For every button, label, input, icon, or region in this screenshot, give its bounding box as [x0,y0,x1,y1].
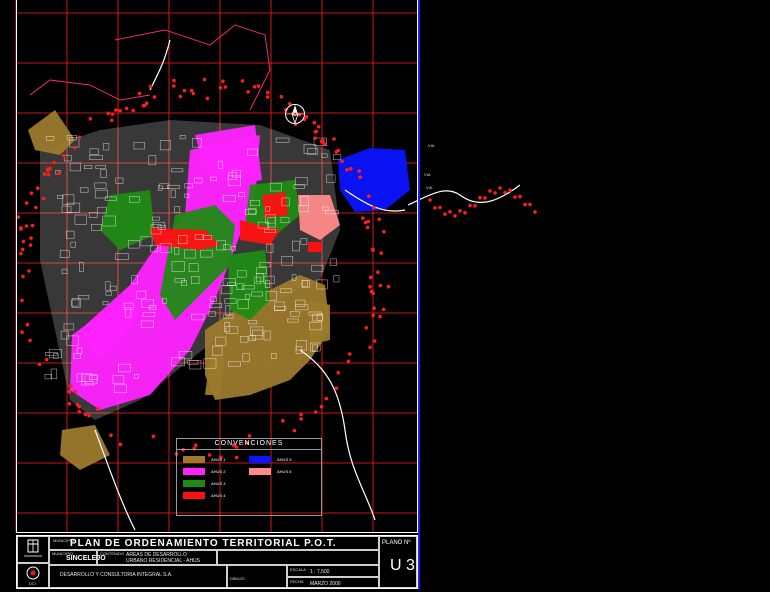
legend-swatch [183,492,205,499]
date-label: FECHA [290,579,304,584]
title-cell: MUNICIPIO PLAN DE ORDENAMIENTO TERRITORI… [49,536,379,550]
legend-label: AHUS 1 [211,457,226,462]
legend-swatch [249,468,271,475]
boundary-marker [498,186,502,190]
subject-cell: CONTENIDO AREAS DE DESARROLLO URBANO RES… [97,550,217,565]
road-line [407,184,521,206]
boundary-marker [528,202,532,207]
boundary-marker [508,188,512,192]
legend-swatch [249,456,271,463]
boundary-marker [473,203,477,208]
legend-box: CONVENCIONES AHUS 1 AHUS 2 AHUS 3 AHUS 4… [176,438,322,516]
road-label: VIA [424,172,431,177]
legend-title: CONVENCIONES [177,439,321,450]
boundary-marker [518,194,522,199]
municipal-logo-icon [24,539,42,557]
road-label: VIA [426,185,433,190]
boundary-marker [438,205,442,210]
map-viewport[interactable]: VIA VIA VIA CONVENCIONES AHUS 1 AHUS 2 A… [0,0,770,589]
boundary-marker [468,203,472,208]
sheet-edge-line [418,0,420,589]
legend-swatch [183,456,205,463]
boundary-marker [533,210,537,214]
north-arrow-icon [284,103,306,125]
boundary-marker [458,209,462,213]
company-cell: DESARROLLO Y CONSULTORIA INTEGRAL S.A. [49,565,227,588]
scale-label: ESCALA [290,567,306,572]
date-cell: FECHA MARZO 2000 [287,577,379,588]
boundary-marker [453,214,457,218]
blank-cell [217,550,379,565]
legend-label: AHUS 4 [211,493,226,498]
plano-number: U 3 [390,557,415,574]
drawn-label: DIBUJO [230,576,245,581]
scale-value: 1 : 7,500 [310,569,330,575]
drawn-cell: DIBUJO [227,565,287,588]
legend-swatch [183,480,205,487]
date-value: MARZO 2000 [310,581,341,587]
title-block: DCI MUNICIPIO PLAN DE ORDENAMIENTO TERRI… [16,535,418,589]
legend-swatch [183,468,205,475]
boundary-marker [503,190,507,195]
boundary-marker [483,196,487,200]
plano-label: PLANO Nº [382,540,411,546]
legend-label: AHUS 2 [211,469,226,474]
boundary-marker [523,202,527,207]
subject-label: CONTENIDO [100,551,124,556]
logo-cell: DCI [17,563,49,588]
boundary-marker [478,195,482,200]
logo-caption: DCI [29,581,36,586]
legend-label: AHUS 5 [277,457,292,462]
boundary-marker [513,195,517,199]
boundary-marker [443,212,447,216]
municipality-cell: MUNICIPIO SINCELEJO [49,550,106,565]
plano-cell: PLANO Nº U 3 [379,536,417,588]
legend-label: AHUS 3 [211,481,226,486]
boundary-marker [428,198,432,202]
boundary-marker [463,210,467,215]
scale-cell: ESCALA 1 : 7,500 [287,565,379,577]
boundary-marker [493,191,497,195]
legend-label: AHUS 6 [277,469,292,474]
subject-line-2: URBANO RESIDENCIAL - AHUS [126,558,200,564]
boundary-marker [433,206,437,210]
logo-cell [17,536,49,563]
boundary-marker [448,209,452,214]
company-name: DESARROLLO Y CONSULTORIA INTEGRAL S.A. [60,572,173,578]
plan-title: PLAN DE ORDENAMIENTO TERRITORIAL P.O.T. [70,538,337,549]
boundary-marker [488,189,492,193]
road-label: VIA [428,143,435,148]
